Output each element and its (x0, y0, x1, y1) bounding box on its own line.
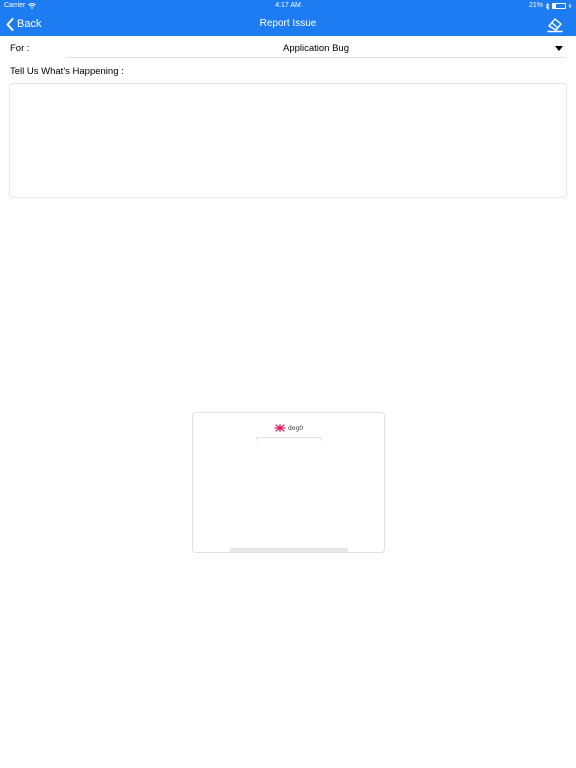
logo: dog0 (274, 424, 303, 432)
for-label: For : (10, 43, 30, 54)
bluetooth-icon (545, 2, 550, 10)
battery-icon (552, 3, 566, 9)
for-row: For : Application Bug (0, 40, 576, 58)
dropdown-arrow-icon (555, 46, 563, 51)
star-logo-icon (274, 424, 286, 432)
battery-percent: 21% (528, 2, 543, 9)
status-right-group: 21% (529, 0, 572, 12)
issue-type-value: Application Bug (282, 43, 350, 54)
loading-preview-card: dog0 (192, 412, 385, 553)
charging-icon (568, 3, 572, 9)
battery-fill (553, 4, 556, 8)
navigation-bar: Back Report Issue (0, 12, 576, 36)
card-footer-bar (230, 548, 348, 552)
card-divider (256, 437, 322, 441)
page-title: Report Issue (259, 18, 317, 29)
issue-type-select[interactable]: Application Bug (66, 40, 566, 58)
logo-text: dog0 (288, 424, 304, 432)
description-input[interactable] (9, 83, 567, 198)
status-time: 4:17 AM (275, 2, 301, 9)
description-label: Tell Us What's Happening : (10, 66, 124, 77)
status-bar: Carrier 4:17 AM 21% (0, 0, 576, 12)
eraser-icon[interactable] (546, 15, 564, 33)
